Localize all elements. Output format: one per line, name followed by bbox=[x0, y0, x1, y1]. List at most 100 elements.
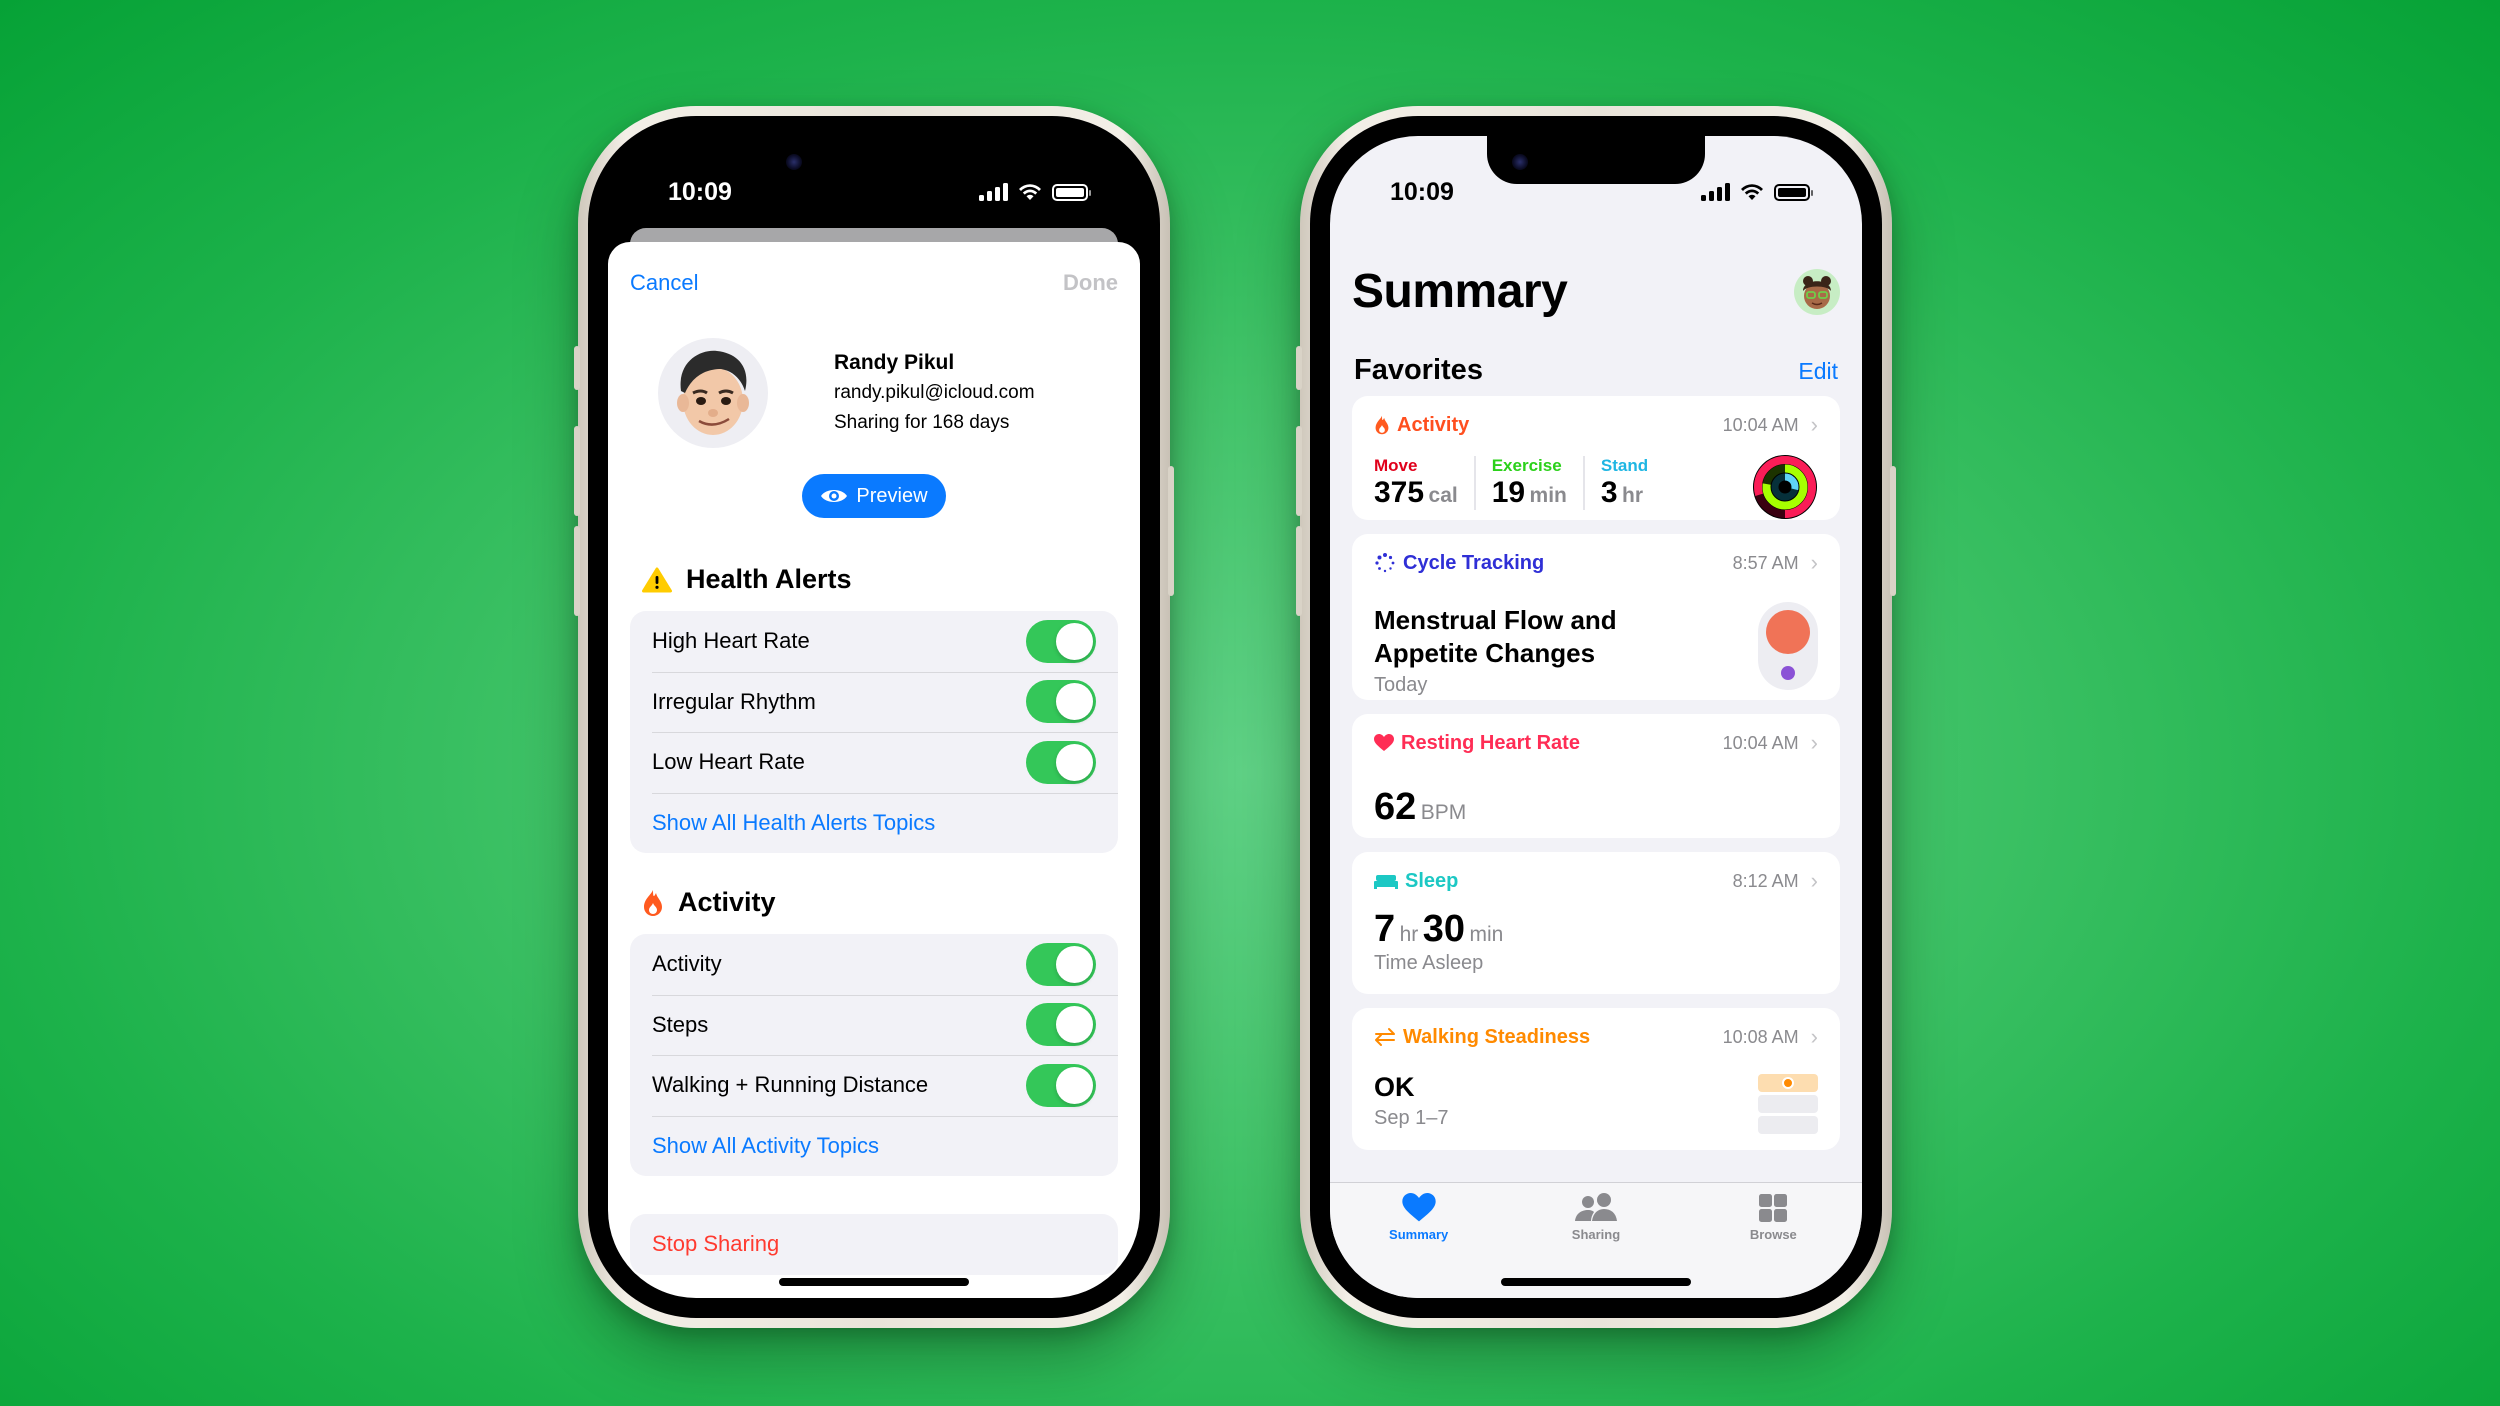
side-button bbox=[574, 346, 580, 390]
show-all-activity-link[interactable]: Show All Activity Topics bbox=[630, 1115, 1118, 1177]
memoji-avatar bbox=[658, 338, 768, 448]
power-button bbox=[1168, 466, 1174, 596]
cycle-subtitle: Today bbox=[1374, 674, 1428, 696]
done-button[interactable]: Done bbox=[1063, 270, 1118, 296]
exercise-label: Exercise bbox=[1491, 456, 1562, 475]
sleep-card[interactable]: Sleep 8:12 AM › 7 hr 30 min Time Asleep bbox=[1352, 852, 1840, 994]
toggle-row-activity: Activity bbox=[630, 934, 1118, 995]
profile-avatar-button[interactable] bbox=[1794, 268, 1840, 315]
exercise-value: 19 bbox=[1491, 476, 1526, 509]
sharing-detail-sheet: Cancel Done Randy Pikul randy.pikul@iclo… bbox=[608, 242, 1140, 1298]
activity-card[interactable]: Activity 10:04 AM › Move 375 cal Exercis… bbox=[1352, 396, 1840, 520]
section-title-health-alerts: Health Alerts bbox=[642, 564, 1140, 595]
section-title-activity: Activity bbox=[642, 887, 1140, 918]
volume-up-button bbox=[1296, 426, 1302, 516]
sleep-hours-unit: hr bbox=[1399, 923, 1419, 946]
status-bar: 10:09 bbox=[608, 136, 1140, 232]
cellular-signal-icon bbox=[1701, 183, 1730, 201]
tab-label: Browse bbox=[1749, 1227, 1797, 1242]
heart-icon bbox=[1374, 734, 1394, 751]
card-header: Sleep 8:12 AM › bbox=[1374, 868, 1818, 894]
toggle-row-steps: Steps bbox=[630, 994, 1118, 1056]
steps-toggle[interactable] bbox=[1026, 1003, 1096, 1047]
card-title: Resting Heart Rate bbox=[1374, 732, 1580, 755]
move-stat: Move 375 cal bbox=[1374, 456, 1476, 510]
card-time: 10:04 AM › bbox=[1723, 730, 1818, 756]
row-label: High Heart Rate bbox=[652, 628, 810, 654]
irregular-rhythm-toggle[interactable] bbox=[1026, 680, 1096, 724]
tab-label: Sharing bbox=[1571, 1227, 1621, 1242]
timestamp: 10:04 AM bbox=[1722, 732, 1799, 753]
tab-label: Summary bbox=[1389, 1227, 1449, 1242]
card-title: Cycle Tracking bbox=[1374, 552, 1544, 575]
tab-summary[interactable]: Summary bbox=[1359, 1193, 1479, 1298]
level-very-low bbox=[1758, 1116, 1818, 1134]
favorites-header: Favorites Edit bbox=[1354, 354, 1838, 387]
section-title-label: Activity bbox=[678, 887, 776, 917]
card-title-label: Walking Steadiness bbox=[1403, 1025, 1591, 1048]
card-header: Activity 10:04 AM › bbox=[1374, 412, 1818, 438]
cycle-indicator-icon bbox=[1758, 602, 1818, 690]
timestamp: 10:08 AM bbox=[1722, 1026, 1799, 1047]
card-time: 8:57 AM › bbox=[1733, 550, 1818, 576]
chevron-right-icon: › bbox=[1810, 550, 1818, 575]
preview-button[interactable]: Preview bbox=[802, 474, 946, 518]
volume-down-button bbox=[1296, 526, 1302, 616]
screen: 10:09 Summary Favorites Edit Activity 10… bbox=[1330, 136, 1862, 1298]
contact-profile: Randy Pikul randy.pikul@icloud.com Shari… bbox=[658, 338, 1140, 448]
activity-toggle[interactable] bbox=[1026, 942, 1096, 986]
card-header: Resting Heart Rate 10:04 AM › bbox=[1374, 730, 1818, 756]
card-title: Sleep bbox=[1374, 870, 1458, 893]
cancel-button[interactable]: Cancel bbox=[630, 270, 698, 296]
flow-dot bbox=[1766, 610, 1810, 654]
timestamp: 10:04 AM bbox=[1722, 414, 1799, 435]
sleep-minutes: 30 bbox=[1422, 908, 1466, 950]
card-time: 8:12 AM › bbox=[1733, 868, 1818, 894]
move-value: 375 bbox=[1374, 476, 1425, 509]
cycle-dots-icon bbox=[1375, 553, 1395, 573]
exercise-unit: min bbox=[1529, 484, 1567, 507]
home-indicator bbox=[779, 1278, 969, 1286]
symptom-dot bbox=[1781, 666, 1795, 680]
home-indicator bbox=[1501, 1278, 1691, 1286]
stand-label: Stand bbox=[1600, 456, 1649, 475]
chevron-right-icon: › bbox=[1810, 1024, 1818, 1049]
high-heart-rate-toggle[interactable] bbox=[1026, 619, 1096, 663]
edit-favorites-button[interactable]: Edit bbox=[1798, 358, 1838, 385]
card-header: Walking Steadiness 10:08 AM › bbox=[1374, 1024, 1818, 1050]
walking-running-distance-toggle[interactable] bbox=[1026, 1063, 1096, 1107]
tab-browse[interactable]: Browse bbox=[1713, 1193, 1833, 1298]
low-heart-rate-toggle[interactable] bbox=[1026, 740, 1096, 784]
steadiness-subtitle: Sep 1–7 bbox=[1374, 1107, 1449, 1129]
contact-name: Randy Pikul bbox=[834, 351, 955, 374]
cycle-tracking-card[interactable]: Cycle Tracking 8:57 AM › Menstrual Flow … bbox=[1352, 534, 1840, 700]
resting-heart-rate-card[interactable]: Resting Heart Rate 10:04 AM › 62 BPM bbox=[1352, 714, 1840, 838]
wifi-icon bbox=[1741, 184, 1763, 200]
screen: 10:09 Cancel Done Randy Pikul randy.piku… bbox=[608, 136, 1140, 1298]
warning-triangle-icon bbox=[642, 567, 672, 592]
favorites-list: Activity 10:04 AM › Move 375 cal Exercis… bbox=[1352, 396, 1840, 1164]
card-title: Walking Steadiness bbox=[1374, 1026, 1590, 1049]
sharing-duration: Sharing for 168 days bbox=[834, 412, 1010, 433]
walking-steadiness-card[interactable]: Walking Steadiness 10:08 AM › OK Sep 1–7 bbox=[1352, 1008, 1840, 1150]
phone-right-summary: 10:09 Summary Favorites Edit Activity 10… bbox=[1296, 106, 1896, 1328]
activity-group: Activity Steps Walking + Running Distanc… bbox=[630, 934, 1118, 1176]
page-title: Summary bbox=[1352, 265, 1568, 318]
toggle-row-walking-running-distance: Walking + Running Distance bbox=[630, 1055, 1118, 1116]
show-all-health-alerts-link[interactable]: Show All Health Alerts Topics bbox=[630, 792, 1118, 854]
flame-icon bbox=[644, 889, 662, 916]
toggle-row-low-heart-rate: Low Heart Rate bbox=[630, 732, 1118, 793]
bed-icon bbox=[1374, 875, 1398, 889]
steadiness-arrows-icon bbox=[1375, 1028, 1395, 1046]
contact-email: randy.pikul@icloud.com bbox=[834, 382, 1035, 403]
card-header: Cycle Tracking 8:57 AM › bbox=[1374, 550, 1818, 576]
stop-sharing-button[interactable]: Stop Sharing bbox=[630, 1214, 1118, 1275]
favorites-title: Favorites bbox=[1354, 354, 1483, 386]
bezel: 10:09 Summary Favorites Edit Activity 10… bbox=[1310, 116, 1882, 1318]
steadiness-level-icon bbox=[1758, 1074, 1818, 1137]
heart-icon bbox=[1401, 1193, 1436, 1222]
stand-value: 3 bbox=[1600, 476, 1618, 509]
phone-left-sharing-sheet: 10:09 Cancel Done Randy Pikul randy.piku… bbox=[574, 106, 1174, 1328]
row-label: Low Heart Rate bbox=[652, 749, 805, 775]
stand-unit: hr bbox=[1622, 484, 1644, 507]
